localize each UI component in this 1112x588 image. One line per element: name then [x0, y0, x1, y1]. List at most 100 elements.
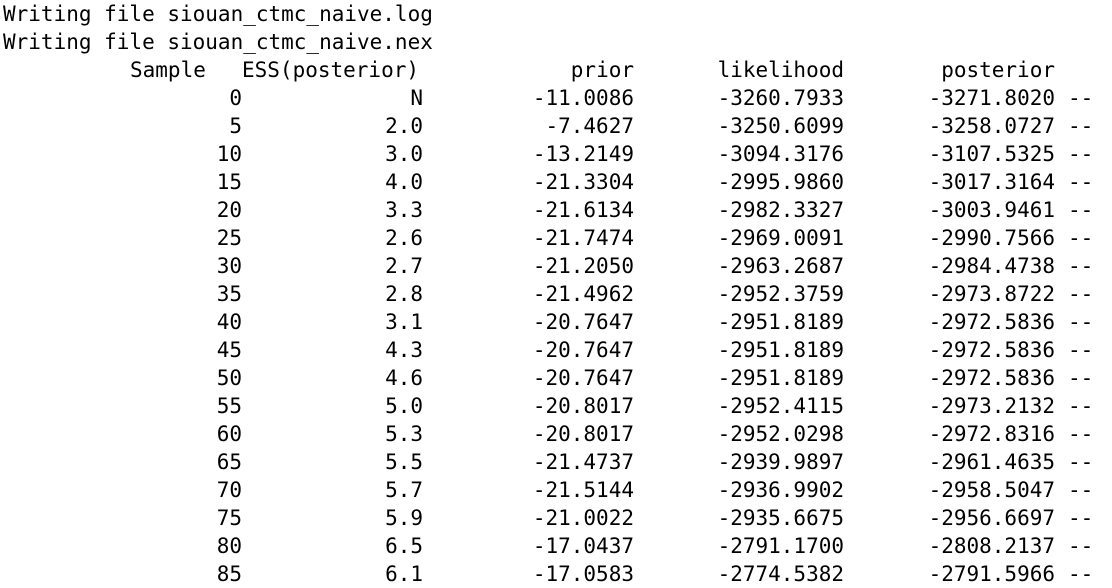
- cell-suffix: --: [1068, 142, 1094, 166]
- table-row: 15 4.0 -21.3304 -2995.9860 -3017.3164 --: [0, 168, 1112, 196]
- cell-ess: 5.0: [385, 394, 423, 418]
- cell-sample: 65: [216, 450, 242, 474]
- cell-prior: -20.7647: [532, 366, 634, 390]
- cell-likelihood: -2963.2687: [717, 254, 844, 278]
- table-row: 60 5.3 -20.8017 -2952.0298 -2972.8316 --: [0, 420, 1112, 448]
- cell-ess: 3.0: [385, 142, 423, 166]
- header-posterior: posterior: [941, 58, 1055, 82]
- cell-likelihood: -2939.9897: [717, 450, 844, 474]
- cell-likelihood: -2935.6675: [717, 506, 844, 530]
- cell-sample: 5: [229, 114, 242, 138]
- cell-sample: 35: [216, 282, 242, 306]
- cell-posterior: -3258.0727: [928, 114, 1055, 138]
- cell-posterior: -2990.7566: [928, 226, 1055, 250]
- cell-posterior: -2973.8722: [928, 282, 1055, 306]
- cell-posterior: -2972.5836: [928, 338, 1055, 362]
- cell-prior: -13.2149: [532, 142, 634, 166]
- cell-ess: 6.5: [385, 534, 423, 558]
- cell-suffix: --: [1068, 338, 1094, 362]
- table-row: 25 2.6 -21.7474 -2969.0091 -2990.7566 --: [0, 224, 1112, 252]
- cell-prior: -21.0022: [532, 506, 634, 530]
- cell-prior: -21.6134: [532, 198, 634, 222]
- cell-sample: 10: [216, 142, 242, 166]
- cell-sample: 45: [216, 338, 242, 362]
- cell-likelihood: -2774.5382: [717, 562, 844, 586]
- cell-prior: -17.0437: [532, 534, 634, 558]
- table-header: Sample ESS(posterior) prior likelihood p…: [0, 56, 1112, 84]
- header-prior: prior: [570, 58, 634, 82]
- table-body: 0 N -11.0086 -3260.7933 -3271.8020 -- 5 2.0 -7.4…: [0, 84, 1112, 588]
- cell-ess: 2.6: [385, 226, 423, 250]
- cell-suffix: --: [1068, 422, 1094, 446]
- cell-likelihood: -2969.0091: [717, 226, 844, 250]
- cell-prior: -11.0086: [532, 86, 634, 110]
- cell-suffix: --: [1068, 310, 1094, 334]
- cell-posterior: -2972.5836: [928, 310, 1055, 334]
- log-message: Writing file siouan_ctmc_naive.log: [0, 0, 1112, 28]
- cell-likelihood: -2936.9902: [717, 478, 844, 502]
- cell-prior: -20.8017: [532, 422, 634, 446]
- table-row: 45 4.3 -20.7647 -2951.8189 -2972.5836 --: [0, 336, 1112, 364]
- cell-suffix: --: [1068, 366, 1094, 390]
- cell-sample: 85: [216, 562, 242, 586]
- cell-sample: 75: [216, 506, 242, 530]
- cell-sample: 40: [216, 310, 242, 334]
- cell-likelihood: -2982.3327: [717, 198, 844, 222]
- header-ess: ESS(posterior): [242, 58, 420, 82]
- cell-ess: 2.0: [385, 114, 423, 138]
- header-likelihood: likelihood: [717, 58, 844, 82]
- cell-ess: 5.7: [385, 478, 423, 502]
- cell-ess: 6.1: [385, 562, 423, 586]
- cell-prior: -7.4627: [545, 114, 634, 138]
- cell-posterior: -2984.4738: [928, 254, 1055, 278]
- table-row: 40 3.1 -20.7647 -2951.8189 -2972.5836 --: [0, 308, 1112, 336]
- table-row: 20 3.3 -21.6134 -2982.3327 -3003.9461 --: [0, 196, 1112, 224]
- cell-prior: -21.7474: [532, 226, 634, 250]
- cell-prior: -21.4962: [532, 282, 634, 306]
- terminal-output[interactable]: Writing file siouan_ctmc_naive.log Writi…: [0, 0, 1112, 588]
- cell-suffix: --: [1068, 114, 1094, 138]
- table-row: 85 6.1 -17.0583 -2774.5382 -2791.5966 --: [0, 560, 1112, 588]
- cell-posterior: -3107.5325: [928, 142, 1055, 166]
- cell-prior: -20.7647: [532, 338, 634, 362]
- cell-likelihood: -3250.6099: [717, 114, 844, 138]
- cell-ess: 2.8: [385, 282, 423, 306]
- cell-sample: 60: [216, 422, 242, 446]
- cell-posterior: -2961.4635: [928, 450, 1055, 474]
- cell-suffix: --: [1068, 478, 1094, 502]
- cell-posterior: -2956.6697: [928, 506, 1055, 530]
- cell-prior: -21.2050: [532, 254, 634, 278]
- table-row: 75 5.9 -21.0022 -2935.6675 -2956.6697 --: [0, 504, 1112, 532]
- table-row: 55 5.0 -20.8017 -2952.4115 -2973.2132 --: [0, 392, 1112, 420]
- table-row: 70 5.7 -21.5144 -2936.9902 -2958.5047 --: [0, 476, 1112, 504]
- cell-prior: -21.4737: [532, 450, 634, 474]
- cell-prior: -17.0583: [532, 562, 634, 586]
- cell-suffix: --: [1068, 506, 1094, 530]
- cell-suffix: --: [1068, 254, 1094, 278]
- cell-prior: -21.5144: [532, 478, 634, 502]
- cell-posterior: -2808.2137: [928, 534, 1055, 558]
- table-row: 50 4.6 -20.7647 -2951.8189 -2972.5836 --: [0, 364, 1112, 392]
- cell-suffix: --: [1068, 534, 1094, 558]
- table-row: 5 2.0 -7.4627 -3250.6099 -3258.0727 --: [0, 112, 1112, 140]
- cell-suffix: --: [1068, 86, 1094, 110]
- cell-suffix: --: [1068, 170, 1094, 194]
- cell-likelihood: -2952.0298: [717, 422, 844, 446]
- cell-ess: 4.6: [385, 366, 423, 390]
- cell-suffix: --: [1068, 282, 1094, 306]
- cell-posterior: -2973.2132: [928, 394, 1055, 418]
- cell-ess: 5.9: [385, 506, 423, 530]
- cell-sample: 80: [216, 534, 242, 558]
- cell-sample: 20: [216, 198, 242, 222]
- cell-sample: 50: [216, 366, 242, 390]
- cell-likelihood: -2952.3759: [717, 282, 844, 306]
- cell-posterior: -3003.9461: [928, 198, 1055, 222]
- cell-likelihood: -2951.8189: [717, 338, 844, 362]
- cell-suffix: --: [1068, 562, 1094, 586]
- cell-ess: 3.3: [385, 198, 423, 222]
- cell-sample: 70: [216, 478, 242, 502]
- cell-ess: 3.1: [385, 310, 423, 334]
- cell-prior: -21.3304: [532, 170, 634, 194]
- table-row: 80 6.5 -17.0437 -2791.1700 -2808.2137 --: [0, 532, 1112, 560]
- cell-suffix: --: [1068, 226, 1094, 250]
